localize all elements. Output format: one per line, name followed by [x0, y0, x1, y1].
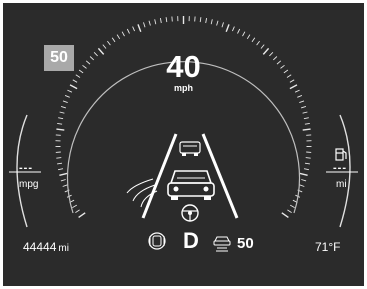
- speedometer-tick: [304, 122, 310, 125]
- speedometer-tick: [303, 168, 309, 171]
- speedometer-tick: [59, 172, 68, 176]
- speedometer-tick: [143, 22, 146, 28]
- outside-temperature: 71°F: [315, 240, 341, 254]
- odometer: 44444 mi: [23, 240, 69, 254]
- speedometer-tick: [301, 179, 307, 182]
- left-lane-line: [141, 133, 178, 219]
- speedometer-tick: [256, 40, 260, 46]
- speedometer-tick-ring: [55, 16, 312, 218]
- speedometer-tick: [225, 24, 230, 33]
- gear-indicator: D: [183, 228, 199, 253]
- speedometer-tick: [246, 34, 251, 40]
- speedometer-tick: [62, 184, 68, 187]
- speedometer-tick: [126, 28, 130, 34]
- speedometer-tick: [260, 44, 265, 49]
- speedometer-tick: [116, 34, 121, 40]
- range-unit: mi: [336, 179, 347, 190]
- speedometer-tick: [75, 209, 80, 213]
- speedometer-tick: [107, 40, 111, 46]
- lane-keep-assist-icon: [148, 232, 166, 250]
- odometer-unit: mi: [58, 243, 69, 254]
- speedometer-tick: [78, 212, 86, 218]
- speedometer-tick: [304, 162, 310, 165]
- speedometer-tick: [231, 26, 235, 32]
- fuel-economy-unit: mpg: [19, 179, 39, 190]
- speedometer-tick: [60, 179, 66, 182]
- speedometer-tick: [242, 31, 246, 37]
- speedometer-tick: [305, 157, 311, 159]
- speedometer-tick: [121, 31, 125, 37]
- lane-change-indicator: [126, 178, 158, 208]
- speedometer-tick: [56, 157, 62, 159]
- speedometer-tick: [58, 117, 64, 120]
- speedometer-tick: [281, 212, 289, 218]
- speedometer-tick: [302, 128, 311, 131]
- speedometer-tick: [59, 111, 65, 114]
- fuel-economy-value: ---: [19, 162, 33, 174]
- speedometer-tick: [300, 105, 307, 109]
- instrument-cluster: 50 40 mph --- mpg --- mi 44444 mi 71°F D…: [3, 3, 364, 286]
- speedometer-tick: [289, 204, 295, 208]
- speedometer-tick: [299, 184, 305, 187]
- speedometer-tick: [57, 162, 63, 165]
- speedometer-tick: [60, 105, 67, 109]
- speedometer-tick: [303, 117, 309, 120]
- speedometer-tick: [297, 94, 303, 98]
- adaptive-cruise-icon: [213, 236, 231, 252]
- speedometer-tick: [137, 24, 142, 33]
- speedometer-tick: [210, 19, 213, 25]
- following-vehicle-icon: [179, 141, 201, 156]
- speedometer-tick: [111, 37, 116, 43]
- steering-wheel-icon: [181, 204, 199, 222]
- speedometer-tick: [62, 100, 68, 104]
- speedometer-tick: [299, 172, 308, 176]
- range-value: ---: [333, 162, 347, 174]
- speedometer-unit: mph: [174, 83, 193, 93]
- speedometer-tick: [205, 18, 208, 24]
- host-vehicle-icon: [167, 170, 215, 200]
- speedometer-tick: [165, 17, 168, 23]
- speedometer-tick: [199, 17, 202, 23]
- speedometer-tick: [154, 19, 157, 25]
- speedometer-tick: [72, 204, 78, 208]
- speedometer-tick: [58, 168, 64, 171]
- speedometer-tick: [287, 209, 292, 213]
- fuel-pump-icon: [335, 148, 347, 161]
- speedometer-tick: [216, 20, 219, 26]
- speedometer-tick: [148, 20, 151, 26]
- speedometer-tick: [56, 128, 65, 131]
- speedometer-tick: [299, 100, 305, 104]
- cruise-set-speed: 50: [237, 235, 254, 252]
- odometer-value: 44444: [23, 240, 57, 254]
- speedometer-tick: [251, 37, 256, 43]
- speedometer-tick: [221, 22, 224, 28]
- speedometer-tick: [302, 111, 308, 114]
- speedometer-tick: [132, 26, 136, 32]
- speedometer-tick: [57, 122, 63, 125]
- speedometer-tick: [237, 28, 241, 34]
- speedometer-tick: [64, 94, 70, 98]
- speedometer-tick: [159, 18, 162, 24]
- speedometer-value: 40: [166, 49, 201, 84]
- speedometer-tick: [102, 44, 107, 49]
